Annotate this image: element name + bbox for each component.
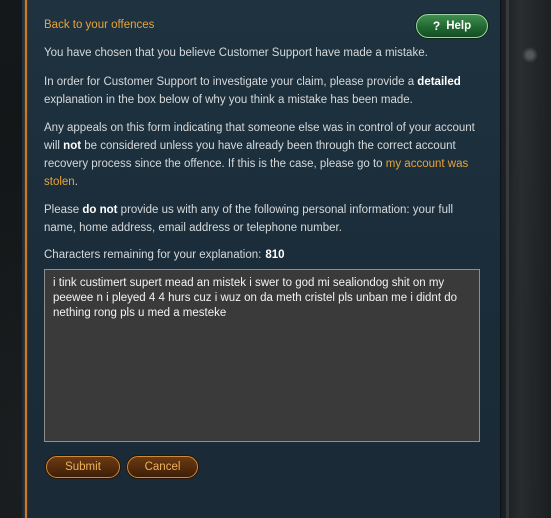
instructions-text: In order for Customer Support to investi… <box>44 73 484 109</box>
characters-remaining-count: 810 <box>265 249 285 261</box>
privacy-notice: Please do not provide us with any of the… <box>44 201 484 237</box>
privacy-emphasis: do not <box>82 204 118 216</box>
warning-emphasis: not <box>63 140 82 152</box>
warning-part-3: . <box>74 176 78 188</box>
help-button[interactable]: ? Help <box>416 14 488 38</box>
intro-sentence: You have chosen that you believe Custome… <box>44 47 428 59</box>
instructions-emphasis: detailed <box>417 76 461 88</box>
decorative-border <box>500 0 551 518</box>
instructions-part-1: In order for Customer Support to investi… <box>44 76 418 88</box>
characters-remaining: Characters remaining for your explanatio… <box>44 249 285 261</box>
submit-button[interactable]: Submit <box>46 456 120 478</box>
panel-left-border <box>25 0 27 518</box>
privacy-part-1: Please <box>44 204 83 216</box>
question-mark-icon: ? <box>432 19 441 33</box>
help-label: Help <box>446 20 472 32</box>
account-control-warning: Any appeals on this form indicating that… <box>44 119 484 191</box>
intro-text: You have chosen that you believe Custome… <box>44 44 484 62</box>
explanation-textarea[interactable]: i tink custimert supert mead an mistek i… <box>44 269 480 442</box>
instructions-part-2: explanation in the box below of why you … <box>44 94 413 106</box>
characters-remaining-label: Characters remaining for your explanatio… <box>44 249 262 261</box>
back-to-offences-link[interactable]: Back to your offences <box>44 19 154 31</box>
cancel-button[interactable]: Cancel <box>127 456 198 478</box>
